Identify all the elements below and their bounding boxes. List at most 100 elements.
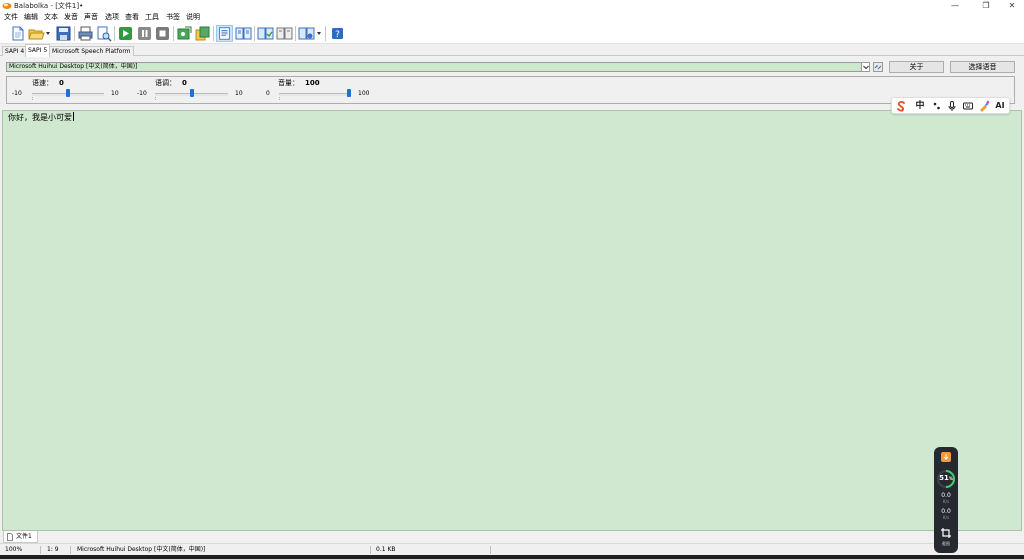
volume-slider[interactable]	[279, 93, 351, 96]
view-text-icon[interactable]	[216, 25, 233, 42]
screenshot-icon[interactable]	[940, 527, 952, 539]
menu-pronunciation[interactable]: 发音	[64, 13, 78, 22]
menu-bookmarks[interactable]: 书签	[166, 13, 180, 22]
about-button[interactable]: 关于	[889, 61, 944, 73]
pitch-slider-thumb[interactable]	[189, 89, 194, 97]
voice-select-value: Microsoft Huihui Desktop [中文(简体，中国)]	[9, 63, 138, 70]
voice-panel: Microsoft Huihui Desktop [中文(简体，中国)] 关于 …	[0, 57, 1024, 109]
toolbar-separator	[173, 26, 174, 41]
menu-view[interactable]: 查看	[125, 13, 139, 22]
read-clipboard-icon[interactable]	[235, 25, 252, 42]
download-speed: 0.0	[941, 508, 951, 515]
convert-files-icon[interactable]	[194, 25, 211, 42]
tab-speech-platform[interactable]: Microsoft Speech Platform	[49, 46, 134, 56]
menu-edit[interactable]: 编辑	[24, 13, 38, 22]
status-zoom: 100%	[5, 546, 23, 553]
close-button[interactable]: ✕	[1000, 0, 1024, 12]
rate-min: -10	[12, 90, 22, 97]
menu-help[interactable]: 说明	[186, 13, 200, 22]
toolbar-separator	[114, 26, 115, 41]
download-unit: K/s	[942, 515, 950, 520]
volume-min: 0	[266, 90, 270, 97]
pitch-label: 语调：	[155, 79, 176, 87]
punctuation-icon[interactable]	[931, 100, 943, 112]
rate-slider-thumb[interactable]	[66, 89, 70, 97]
volume-slider-thumb[interactable]	[347, 89, 351, 97]
pitch-max: 10	[235, 90, 243, 97]
voice-options-button[interactable]	[873, 62, 883, 72]
toolbar-separator	[74, 26, 75, 41]
volume-label: 音量：	[278, 79, 299, 87]
rate-slider-ticks	[32, 97, 104, 100]
tab-sapi4[interactable]: SAPI 4	[2, 46, 28, 56]
performance-widget[interactable]: 51% 0.0 K/s 0.0 K/s 截图	[934, 447, 958, 553]
pitch-min: -10	[137, 90, 147, 97]
window-title: Balabolka - [文件1]•	[14, 2, 84, 10]
open-recent-dropdown-icon[interactable]	[46, 32, 50, 35]
boost-icon[interactable]	[940, 451, 952, 463]
rate-max: 10	[111, 90, 119, 97]
balabolka-app-icon	[2, 3, 12, 9]
spell-check-icon[interactable]	[257, 25, 274, 42]
tab-document-label: 文件1	[16, 533, 32, 540]
status-position: 1: 9	[47, 546, 59, 553]
upload-unit: K/s	[942, 499, 950, 504]
minimize-button[interactable]: —	[940, 0, 970, 12]
link-icon	[874, 65, 882, 70]
stop-icon[interactable]	[154, 25, 171, 42]
volume-max: 100	[358, 90, 370, 97]
cpu-usage-unit: %	[948, 476, 953, 481]
tab-document-1[interactable]: 文件1	[3, 531, 38, 543]
voice-select[interactable]: Microsoft Huihui Desktop [中文(简体，中国)]	[6, 62, 870, 72]
menu-file[interactable]: 文件	[4, 13, 18, 22]
sapi-tabs: SAPI 4 SAPI 5 Microsoft Speech Platform	[0, 44, 1024, 57]
status-separator	[370, 546, 371, 554]
status-size: 0.1 KB	[376, 546, 396, 553]
keyboard-icon[interactable]	[962, 100, 974, 112]
microphone-icon[interactable]	[946, 100, 958, 112]
help-icon[interactable]: ?	[329, 25, 346, 42]
toolbar: ?	[0, 23, 1024, 44]
select-voice-button[interactable]: 选择语音	[950, 61, 1015, 73]
menu-options[interactable]: 选项	[105, 13, 119, 22]
taskbar-strip	[0, 555, 1024, 559]
help-label: ?	[335, 30, 340, 40]
menu-text[interactable]: 文本	[44, 13, 58, 22]
speech-settings-dropdown-icon[interactable]	[317, 32, 321, 35]
editor-text[interactable]: 你好，我是小可爱	[8, 112, 74, 123]
tab-sapi5[interactable]: SAPI 5	[25, 44, 51, 57]
chevron-down-icon[interactable]	[861, 63, 869, 71]
toolbar-separator	[213, 26, 214, 41]
pause-icon[interactable]	[136, 25, 153, 42]
menu-tools[interactable]: 工具	[145, 13, 159, 22]
document-tabs: 文件1	[0, 531, 1024, 543]
cpu-usage-value: 51	[939, 474, 949, 482]
menu-bar: 文件 编辑 文本 发音 声音 选项 查看 工具 书签 说明	[0, 12, 1024, 23]
save-icon[interactable]	[55, 25, 72, 42]
skin-icon[interactable]	[978, 100, 990, 112]
status-separator	[490, 546, 491, 554]
cpu-usage: 51%	[934, 474, 958, 483]
play-icon[interactable]	[117, 25, 134, 42]
text-editor[interactable]: 你好，我是小可爱	[2, 110, 1022, 531]
dictionary-icon[interactable]	[276, 25, 293, 42]
print-icon[interactable]	[77, 25, 94, 42]
new-document-icon[interactable]	[9, 25, 26, 42]
editor-content: 你好，我是小可爱	[8, 113, 72, 122]
maximize-button[interactable]: ❐	[971, 0, 1001, 12]
chinese-mode-icon[interactable]: 中	[914, 100, 926, 112]
status-separator	[40, 546, 41, 554]
screenshot-label: 截图	[942, 541, 950, 546]
ai-icon[interactable]: AI	[994, 100, 1006, 112]
status-voice: Microsoft Huihui Desktop [中文(简体，中国)]	[77, 546, 206, 553]
speech-sliders: 语速： 0 -10 10 语调： 0 -10 10 音量： 100 0 100	[6, 76, 1015, 104]
speech-settings-icon[interactable]	[298, 25, 315, 42]
rate-label: 语速：	[32, 79, 53, 87]
open-file-icon[interactable]	[28, 25, 45, 42]
menu-voice[interactable]: 声音	[84, 13, 98, 22]
save-audio-icon[interactable]	[176, 25, 193, 42]
pitch-value: 0	[182, 79, 187, 87]
print-preview-icon[interactable]	[95, 25, 112, 42]
sogou-logo-icon[interactable]	[895, 100, 907, 112]
toolbar-separator	[325, 26, 326, 41]
